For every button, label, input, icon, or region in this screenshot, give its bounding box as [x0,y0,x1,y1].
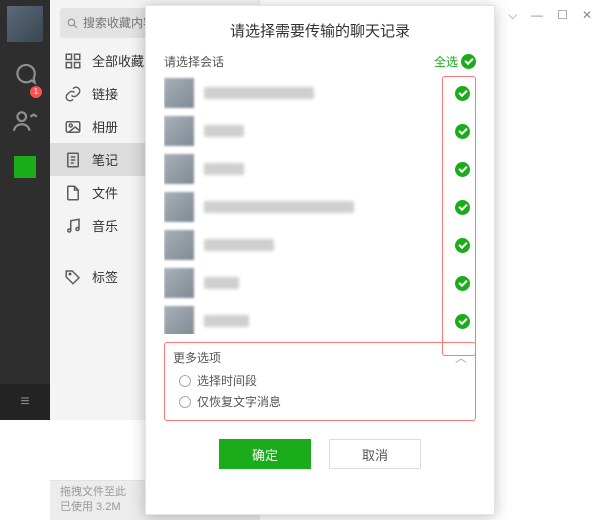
close-icon[interactable]: ✕ [582,8,592,23]
avatar [164,154,194,184]
avatar [164,268,194,298]
tag-icon [64,268,82,286]
chat-row[interactable] [164,112,476,150]
dialog-title: 请选择需要传输的聊天记录 [146,6,494,53]
unread-badge: 1 [30,86,42,98]
avatar [164,192,194,222]
search-icon [66,17,79,30]
favorites-cube-icon[interactable] [14,156,36,178]
music-icon [64,217,82,235]
chat-name [204,315,249,327]
avatar [164,116,194,146]
chat-row[interactable] [164,188,476,226]
cancel-button[interactable]: 取消 [329,439,421,469]
image-icon [64,118,82,136]
select-all-button[interactable]: 全选 [434,53,476,70]
minimize-icon[interactable]: — [531,8,543,23]
chat-name [204,87,314,99]
link-icon [64,85,82,103]
chat-row[interactable] [164,264,476,302]
hamburger-menu-icon[interactable]: ≡ [0,384,50,420]
chat-name [204,201,354,213]
chat-row[interactable] [164,226,476,264]
highlight-checks [442,76,476,356]
file-icon [64,184,82,202]
confirm-button[interactable]: 确定 [219,439,311,469]
nav-rail: 1 ≡ [0,0,50,420]
chat-name [204,277,239,289]
radio-icon [179,375,191,387]
check-icon [461,54,476,69]
radio-icon [179,396,191,408]
chat-row[interactable] [164,150,476,188]
pin-icon[interactable]: ⌵ [508,8,517,23]
note-icon [64,151,82,169]
chat-name [204,125,244,137]
dialog-subtitle: 请选择会话 [164,53,224,70]
avatar [164,306,194,334]
avatar [164,230,194,260]
window-controls: ⌵ — ☐ ✕ [508,8,592,23]
transfer-dialog: 请选择需要传输的聊天记录 请选择会话 全选 更多选项 ︿ 选择时间段 仅恢复文字… [145,5,495,515]
contacts-icon[interactable] [12,108,38,134]
user-avatar[interactable] [7,6,43,42]
chat-row[interactable] [164,74,476,112]
more-options-panel: 更多选项 ︿ 选择时间段 仅恢复文字消息 [164,342,476,421]
chat-icon[interactable] [12,62,38,88]
chat-name [204,239,274,251]
option-time-range[interactable]: 选择时间段 [179,372,467,389]
option-text-only[interactable]: 仅恢复文字消息 [179,393,467,410]
chat-list [164,74,476,334]
more-options-label: 更多选项 [173,349,221,366]
chat-name [204,163,244,175]
chat-row[interactable] [164,302,476,334]
maximize-icon[interactable]: ☐ [557,8,568,23]
grid-icon [64,52,82,70]
avatar [164,78,194,108]
